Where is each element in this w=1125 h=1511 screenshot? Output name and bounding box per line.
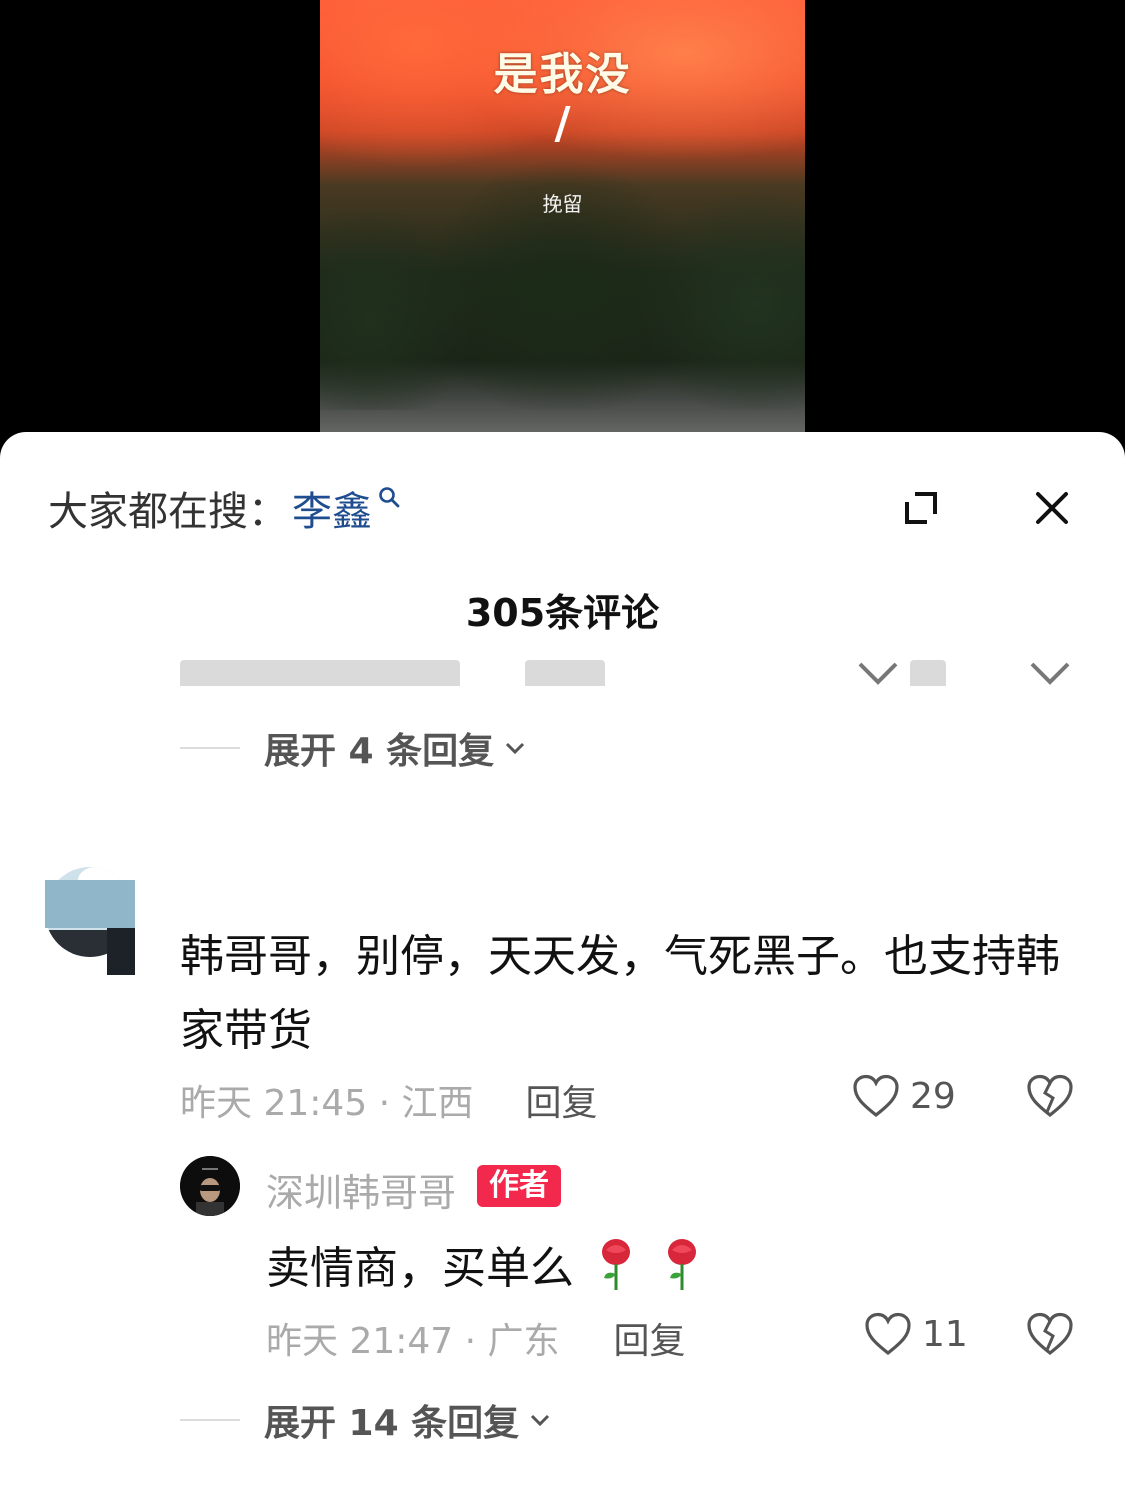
reply-like-count: 11: [922, 1313, 968, 1355]
search-prefix: 大家都在搜：: [48, 489, 288, 535]
video-area[interactable]: 是我没 / 挽留: [0, 0, 1125, 440]
author-avatar[interactable]: [180, 1156, 240, 1216]
broken-heart-icon: [1027, 1312, 1073, 1356]
reply-like-button[interactable]: 11: [864, 1312, 968, 1356]
chevron-down-icon: [506, 742, 525, 755]
dislike-button[interactable]: [1026, 1074, 1074, 1122]
partial-meta-shapes: [180, 660, 1070, 686]
reply-meta: 昨天 21:47 · 广东 回复: [266, 1312, 686, 1364]
partial-comment-meta: [180, 652, 1080, 686]
divider: [180, 1419, 240, 1421]
expand-icon: [905, 492, 937, 524]
rose-emoji-icon: [602, 1239, 630, 1290]
divider: [180, 747, 240, 749]
close-icon: [1036, 492, 1068, 524]
comment-count-title: 305条评论: [465, 591, 660, 635]
video-caption: 挽留: [542, 192, 583, 216]
like-count: 29: [910, 1075, 956, 1117]
like-button[interactable]: 29: [852, 1074, 956, 1118]
heart-icon: [853, 1074, 899, 1118]
video-frame[interactable]: 是我没 / 挽留: [320, 0, 805, 440]
comment-sheet: 大家都在搜： 李鑫 305条评论 展开 4 条回复 韩哥哥，别停，天天发，气死黑…: [0, 432, 1125, 1511]
search-suggestion[interactable]: 大家都在搜： 李鑫: [48, 480, 400, 536]
rose-emoji-icon: [668, 1239, 696, 1290]
comment-meta: 昨天 21:45 · 江西 回复: [180, 1074, 598, 1126]
reply-reply-button[interactable]: 回复: [614, 1312, 686, 1364]
broken-heart-icon: [1027, 1074, 1073, 1118]
expand-replies-button[interactable]: 展开 4 条回复: [180, 722, 526, 774]
author-avatar-image: [180, 1156, 240, 1216]
close-button[interactable]: [1018, 474, 1086, 542]
expand-replies-label: 展开 14 条回复: [264, 1403, 520, 1444]
author-badge: 作者: [477, 1165, 561, 1207]
reply-time-location: 昨天 21:47 · 广东: [266, 1321, 560, 1362]
fullscreen-button[interactable]: [887, 474, 955, 542]
reply-dislike-button[interactable]: [1026, 1312, 1074, 1360]
comment-text: 韩哥哥，别停，天天发，气死黑子。也支持韩家带货: [180, 931, 1060, 1056]
chevron-down-icon: [531, 1414, 550, 1427]
expand-replies-button[interactable]: 展开 14 条回复: [180, 1394, 551, 1446]
video-slash: /: [554, 98, 571, 149]
reply-button[interactable]: 回复: [526, 1074, 598, 1126]
avatar[interactable]: [45, 850, 135, 975]
search-icon[interactable]: [378, 486, 400, 508]
avatar-image: [45, 867, 135, 975]
expand-replies-label: 展开 4 条回复: [264, 731, 495, 772]
reply-text: 卖情商，买单么: [266, 1243, 574, 1294]
reply-text-row: 卖情商，买单么: [266, 1232, 704, 1296]
author-name[interactable]: 深圳韩哥哥: [266, 1162, 456, 1217]
search-term-link[interactable]: 李鑫: [292, 479, 372, 537]
video-background: [320, 110, 805, 410]
video-title: 是我没: [493, 49, 632, 100]
heart-icon: [865, 1312, 911, 1356]
comment-time-location: 昨天 21:45 · 江西: [180, 1083, 474, 1124]
